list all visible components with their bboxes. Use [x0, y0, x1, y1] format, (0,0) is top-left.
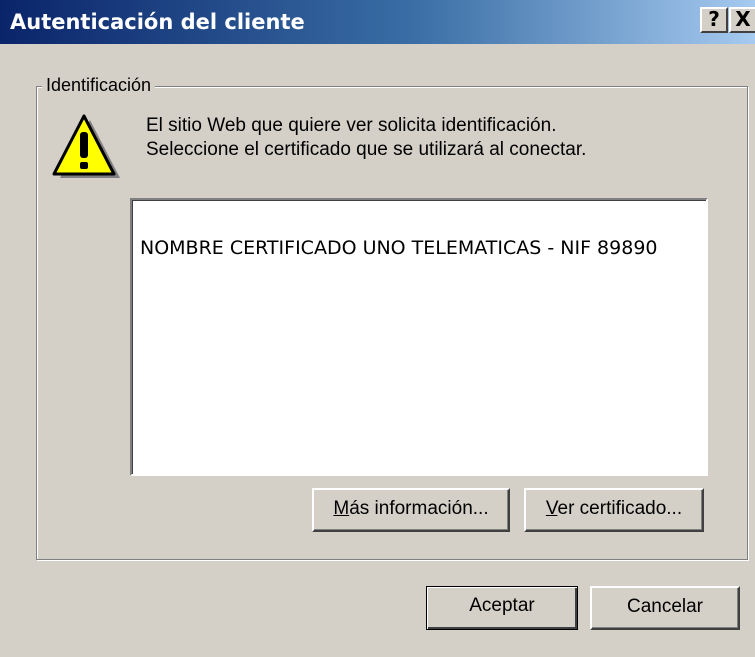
view-cert-label: er certificado... [557, 498, 683, 519]
close-icon: X [735, 7, 751, 31]
message-line-2: Seleccione el certificado que se utiliza… [146, 139, 587, 160]
more-info-label: ás información... [349, 498, 489, 519]
close-button[interactable]: X [729, 7, 755, 33]
warning-icon [52, 114, 120, 178]
view-certificate-button[interactable]: Ver certificado... [524, 488, 704, 532]
cancel-button[interactable]: Cancelar [590, 586, 740, 630]
auth-message: El sitio Web que quiere ver solicita ide… [146, 114, 586, 162]
title-bar[interactable]: Autenticación del cliente ? X [0, 0, 755, 44]
more-info-button[interactable]: Más información... [312, 488, 510, 532]
help-button[interactable]: ? [700, 7, 728, 33]
groupbox-label: Identificación [42, 73, 156, 97]
more-info-accel: M [333, 498, 350, 519]
ok-button[interactable]: Aceptar [426, 586, 578, 630]
client-authentication-dialog: Autenticación del cliente ? X Identifica… [0, 0, 755, 657]
help-icon: ? [708, 7, 720, 31]
view-cert-accel: V [545, 498, 558, 519]
window-title: Autenticación del cliente [10, 10, 305, 34]
list-item[interactable]: NOMBRE CERTIFICADO UNO TELEMATICAS - NIF… [140, 236, 658, 260]
message-line-1: El sitio Web que quiere ver solicita ide… [146, 115, 557, 136]
certificate-list[interactable]: NOMBRE CERTIFICADO UNO TELEMATICAS - NIF… [130, 198, 708, 476]
